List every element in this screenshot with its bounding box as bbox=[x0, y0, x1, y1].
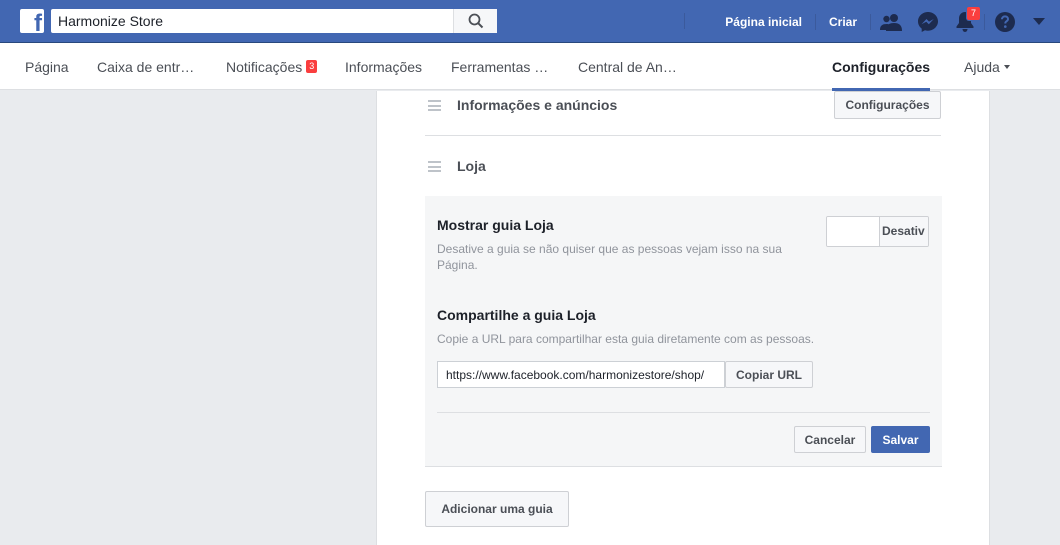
settings-panel: Informações e anúncios Configurações Loj… bbox=[376, 91, 990, 545]
save-button[interactable]: Salvar bbox=[871, 426, 930, 453]
notifications-count-badge: 7 bbox=[967, 7, 980, 20]
nav-divider bbox=[984, 13, 985, 30]
tab-publishing-tools[interactable]: Ferramentas … bbox=[451, 43, 548, 90]
help-icon bbox=[994, 11, 1015, 32]
share-shop-tab-title: Compartilhe a guia Loja bbox=[437, 307, 596, 323]
tab-label: Caixa de entr… bbox=[97, 58, 195, 75]
facebook-logo-icon[interactable]: f bbox=[20, 9, 44, 33]
copy-url-button[interactable]: Copiar URL bbox=[725, 361, 813, 388]
drag-handle-icon[interactable] bbox=[428, 161, 441, 172]
tab-help[interactable]: Ajuda bbox=[964, 43, 1010, 90]
toggle-knob bbox=[827, 217, 880, 246]
nav-divider bbox=[684, 13, 685, 29]
friends-icon bbox=[879, 13, 902, 31]
tab-ad-center[interactable]: Central de An… bbox=[578, 43, 677, 90]
chevron-down-icon bbox=[1003, 64, 1010, 69]
toggle-label: Desativ bbox=[880, 217, 928, 246]
nav-divider bbox=[814, 13, 816, 30]
notifications-button[interactable]: 7 bbox=[946, 0, 983, 43]
divider bbox=[425, 135, 941, 136]
divider bbox=[437, 412, 930, 413]
show-shop-tab-description: Desative a guia se não quiser que as pes… bbox=[437, 242, 782, 272]
search-input[interactable] bbox=[51, 9, 451, 33]
help-button[interactable] bbox=[986, 0, 1023, 43]
drag-handle-icon[interactable] bbox=[428, 100, 441, 111]
tab-insights[interactable]: Informações bbox=[345, 43, 422, 90]
tab-label: Informações bbox=[345, 58, 423, 75]
messenger-button[interactable] bbox=[909, 0, 946, 43]
shop-settings-section: Mostrar guia Loja Desative a guia se não… bbox=[425, 196, 942, 466]
search-box bbox=[51, 9, 497, 33]
shop-url-field[interactable] bbox=[437, 361, 725, 388]
share-shop-tab-description: Copie a URL para compartilhar esta guia … bbox=[437, 332, 815, 346]
page-tab-bar: Página Caixa de entr… Notificações 3 Info… bbox=[0, 43, 1060, 91]
info-ads-title: Informações e anúncios bbox=[457, 97, 618, 113]
tab-settings[interactable]: Configurações bbox=[832, 43, 931, 91]
tab-label: Página bbox=[25, 58, 69, 75]
divider bbox=[425, 466, 942, 467]
add-tab-button[interactable]: Adicionar uma guia bbox=[425, 491, 569, 527]
account-menu-button[interactable] bbox=[1023, 0, 1055, 43]
tab-label: Ajuda bbox=[964, 58, 1000, 75]
search-icon bbox=[468, 13, 483, 29]
messenger-icon bbox=[917, 11, 938, 32]
tab-notifications-badge: 3 bbox=[306, 60, 318, 73]
info-ads-settings-button[interactable]: Configurações bbox=[834, 91, 941, 119]
top-nav-right: Página inicial Criar 7 bbox=[713, 0, 1060, 43]
search-button[interactable] bbox=[453, 9, 497, 33]
tab-notifications[interactable]: Notificações 3 bbox=[226, 43, 318, 90]
tab-page[interactable]: Página bbox=[25, 43, 69, 90]
shop-title: Loja bbox=[457, 158, 486, 174]
top-navigation-bar: f Página inicial Criar bbox=[0, 0, 1060, 43]
tab-label: Configurações bbox=[832, 58, 931, 75]
friend-requests-button[interactable] bbox=[872, 0, 909, 43]
caret-down-icon bbox=[1033, 17, 1045, 25]
cancel-button[interactable]: Cancelar bbox=[794, 426, 866, 453]
tab-label: Notificações bbox=[226, 58, 303, 75]
tab-label: Central de An… bbox=[578, 58, 677, 75]
tab-inbox[interactable]: Caixa de entr… bbox=[97, 43, 194, 90]
show-shop-tab-title: Mostrar guia Loja bbox=[437, 217, 554, 233]
create-link[interactable]: Criar bbox=[817, 0, 869, 43]
show-shop-tab-toggle[interactable]: Desativ bbox=[826, 216, 929, 247]
nav-divider bbox=[870, 13, 871, 30]
home-link[interactable]: Página inicial bbox=[713, 0, 814, 43]
tab-label: Ferramentas … bbox=[451, 58, 549, 75]
